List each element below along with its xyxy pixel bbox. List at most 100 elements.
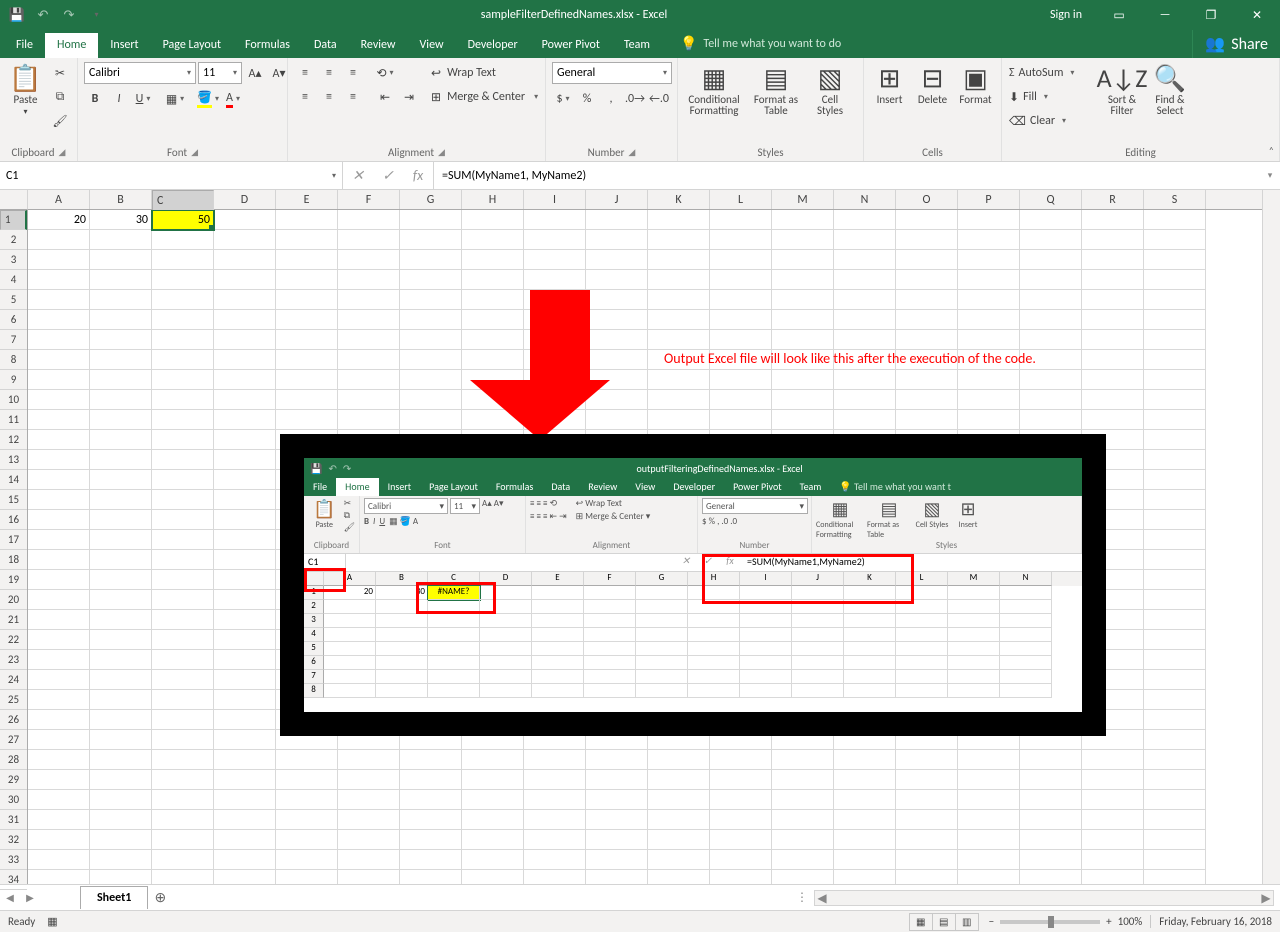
cell-A8[interactable] — [28, 350, 90, 370]
cell-R11[interactable] — [1082, 410, 1144, 430]
zoom-in-icon[interactable]: + — [1106, 915, 1111, 928]
cell-A12[interactable] — [28, 430, 90, 450]
bold-button[interactable]: B — [84, 88, 106, 110]
cell-N1[interactable] — [834, 210, 896, 230]
cell-H33[interactable] — [462, 850, 524, 870]
cell-M1[interactable] — [772, 210, 834, 230]
cell-B26[interactable] — [90, 710, 152, 730]
cell-C26[interactable] — [152, 710, 214, 730]
cell-L7[interactable] — [710, 330, 772, 350]
cell-F33[interactable] — [338, 850, 400, 870]
column-header-R[interactable]: R — [1082, 190, 1144, 209]
cell-D12[interactable] — [214, 430, 276, 450]
row-header-8[interactable]: 8 — [0, 350, 27, 370]
row-header-34[interactable]: 34 — [0, 870, 27, 890]
clipboard-launcher-icon[interactable]: ◢ — [59, 147, 66, 158]
cell-F2[interactable] — [338, 230, 400, 250]
cell-F32[interactable] — [338, 830, 400, 850]
cell-E29[interactable] — [276, 770, 338, 790]
cell-B20[interactable] — [90, 590, 152, 610]
cell-Q28[interactable] — [1020, 750, 1082, 770]
cell-A16[interactable] — [28, 510, 90, 530]
column-header-M[interactable]: M — [772, 190, 834, 209]
maximize-icon[interactable]: ❐ — [1188, 0, 1234, 30]
cell-A23[interactable] — [28, 650, 90, 670]
cell-P34[interactable] — [958, 870, 1020, 884]
cell-I32[interactable] — [524, 830, 586, 850]
cell-B17[interactable] — [90, 530, 152, 550]
cell-R2[interactable] — [1082, 230, 1144, 250]
cell-I29[interactable] — [524, 770, 586, 790]
cell-M9[interactable] — [772, 370, 834, 390]
column-header-S[interactable]: S — [1144, 190, 1206, 209]
cell-K3[interactable] — [648, 250, 710, 270]
cell-I33[interactable] — [524, 850, 586, 870]
cell-K9[interactable] — [648, 370, 710, 390]
cell-G11[interactable] — [400, 410, 462, 430]
alignment-launcher-icon[interactable]: ◢ — [438, 147, 445, 158]
cell-D20[interactable] — [214, 590, 276, 610]
cell-L3[interactable] — [710, 250, 772, 270]
cell-P7[interactable] — [958, 330, 1020, 350]
cell-D32[interactable] — [214, 830, 276, 850]
font-name-select[interactable]: Calibri▾ — [84, 62, 196, 84]
cell-D30[interactable] — [214, 790, 276, 810]
cell-B3[interactable] — [90, 250, 152, 270]
row-header-7[interactable]: 7 — [0, 330, 27, 350]
sort-filter-button[interactable]: A↓ZSort & Filter — [1100, 62, 1144, 118]
sheet-nav-prev-icon[interactable]: ◀ — [0, 891, 20, 904]
cell-S18[interactable] — [1144, 550, 1206, 570]
number-format-select[interactable]: General▾ — [552, 62, 672, 84]
cell-E7[interactable] — [276, 330, 338, 350]
cell-J1[interactable] — [586, 210, 648, 230]
accounting-button[interactable]: $ — [552, 88, 574, 110]
cell-D3[interactable] — [214, 250, 276, 270]
cell-I34[interactable] — [524, 870, 586, 884]
cell-Q30[interactable] — [1020, 790, 1082, 810]
cell-O1[interactable] — [896, 210, 958, 230]
cell-D17[interactable] — [214, 530, 276, 550]
cell-C33[interactable] — [152, 850, 214, 870]
cell-K32[interactable] — [648, 830, 710, 850]
column-header-I[interactable]: I — [524, 190, 586, 209]
column-header-F[interactable]: F — [338, 190, 400, 209]
format-painter-button[interactable]: 🖌 — [49, 110, 71, 132]
cell-R31[interactable] — [1082, 810, 1144, 830]
cell-P2[interactable] — [958, 230, 1020, 250]
cell-E5[interactable] — [276, 290, 338, 310]
cell-D29[interactable] — [214, 770, 276, 790]
align-middle-icon[interactable]: ≡ — [318, 62, 340, 84]
cell-D22[interactable] — [214, 630, 276, 650]
cell-J28[interactable] — [586, 750, 648, 770]
cell-K31[interactable] — [648, 810, 710, 830]
cell-B16[interactable] — [90, 510, 152, 530]
tab-insert[interactable]: Insert — [98, 33, 150, 58]
column-header-G[interactable]: G — [400, 190, 462, 209]
cell-C31[interactable] — [152, 810, 214, 830]
cell-H32[interactable] — [462, 830, 524, 850]
row-header-20[interactable]: 20 — [0, 590, 27, 610]
cell-K29[interactable] — [648, 770, 710, 790]
cell-P3[interactable] — [958, 250, 1020, 270]
row-header-32[interactable]: 32 — [0, 830, 27, 850]
cell-C15[interactable] — [152, 490, 214, 510]
row-header-30[interactable]: 30 — [0, 790, 27, 810]
cell-A17[interactable] — [28, 530, 90, 550]
cell-M11[interactable] — [772, 410, 834, 430]
cell-O28[interactable] — [896, 750, 958, 770]
cell-L9[interactable] — [710, 370, 772, 390]
view-normal-icon[interactable]: ▦ — [909, 913, 933, 931]
column-header-N[interactable]: N — [834, 190, 896, 209]
cell-C2[interactable] — [152, 230, 214, 250]
cell-N30[interactable] — [834, 790, 896, 810]
cell-M31[interactable] — [772, 810, 834, 830]
cell-G3[interactable] — [400, 250, 462, 270]
underline-button[interactable]: U — [132, 88, 154, 110]
conditional-formatting-button[interactable]: ▦Conditional Formatting — [684, 62, 744, 118]
cell-G1[interactable] — [400, 210, 462, 230]
column-header-A[interactable]: A — [28, 190, 90, 209]
cell-M3[interactable] — [772, 250, 834, 270]
share-button[interactable]: 👥Share — [1192, 30, 1280, 58]
cell-C32[interactable] — [152, 830, 214, 850]
cell-C5[interactable] — [152, 290, 214, 310]
